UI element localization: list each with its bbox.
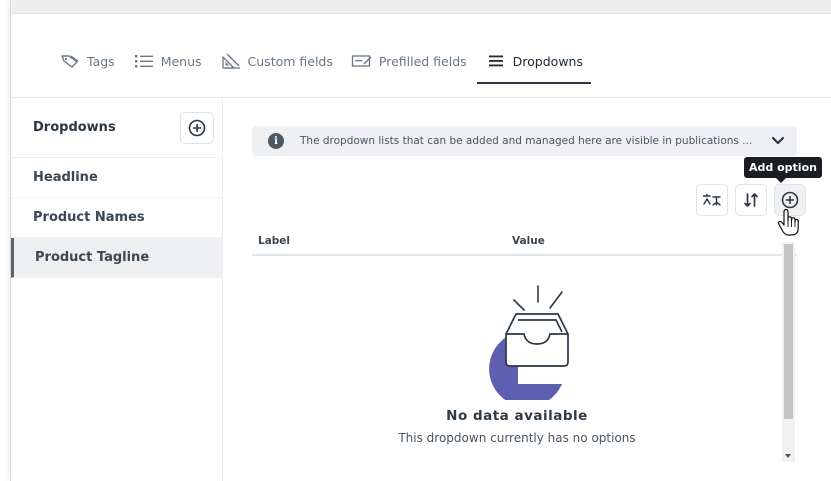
table-header: Label Value — [252, 232, 797, 256]
info-icon: i — [268, 133, 284, 149]
chevron-down-icon[interactable] — [771, 136, 785, 146]
tab-label: Menus — [160, 53, 202, 69]
empty-state-title: No data available — [446, 408, 588, 424]
sidebar-item-label: Product Names — [33, 210, 145, 225]
sidebar: Dropdowns Headline Product Names Product… — [11, 98, 223, 481]
tab-menus[interactable]: Menus — [133, 50, 202, 72]
info-notice[interactable]: i The dropdown lists that can be added a… — [252, 126, 797, 156]
plus-circle-icon — [781, 191, 799, 209]
tab-custom-fields[interactable]: Custom fields — [220, 50, 333, 72]
list-icon — [133, 52, 155, 70]
tab-tags[interactable]: Tags — [59, 50, 115, 72]
vertical-scrollbar[interactable] — [782, 242, 795, 462]
empty-inbox-illustration — [489, 285, 569, 400]
tab-label: Tags — [87, 53, 115, 69]
tab-label: Dropdowns — [512, 53, 583, 69]
tag-icon — [59, 52, 81, 70]
sidebar-title: Dropdowns — [33, 120, 116, 135]
sort-button[interactable] — [735, 184, 767, 216]
ruler-icon — [220, 52, 242, 70]
hand-cursor-icon — [777, 208, 799, 236]
tab-prefilled-fields[interactable]: Prefilled fields — [351, 50, 467, 72]
sidebar-item-product-names[interactable]: Product Names — [11, 198, 222, 238]
translate-icon — [702, 193, 721, 206]
translate-button[interactable] — [696, 184, 728, 216]
sidebar-item-product-tagline[interactable]: Product Tagline — [11, 238, 222, 278]
sort-arrows-icon — [744, 193, 758, 207]
column-header-value: Value — [512, 235, 545, 247]
tab-label: Custom fields — [247, 53, 333, 69]
tab-bar: Tags Menus Custom fields Prefilled field… — [59, 50, 601, 84]
notice-text: The dropdown lists that can be added and… — [300, 135, 753, 147]
menu-lines-icon — [485, 52, 507, 70]
sidebar-item-label: Headline — [33, 170, 98, 185]
empty-state-subtitle: This dropdown currently has no options — [398, 431, 636, 445]
sidebar-item-headline[interactable]: Headline — [11, 158, 222, 198]
window-top-strip — [11, 0, 831, 14]
sidebar-item-label: Product Tagline — [35, 250, 150, 265]
prefilled-field-icon — [351, 52, 373, 70]
scroll-down-arrow-icon[interactable] — [785, 454, 791, 458]
sidebar-header: Dropdowns — [11, 98, 222, 158]
tooltip: Add option — [744, 157, 822, 183]
scrollbar-thumb[interactable] — [784, 244, 793, 419]
tab-dropdowns[interactable]: Dropdowns — [476, 50, 592, 84]
plus-circle-icon — [188, 119, 206, 136]
column-header-label: Label — [258, 235, 291, 247]
add-dropdown-button[interactable] — [180, 111, 214, 144]
tab-label: Prefilled fields — [378, 53, 467, 69]
